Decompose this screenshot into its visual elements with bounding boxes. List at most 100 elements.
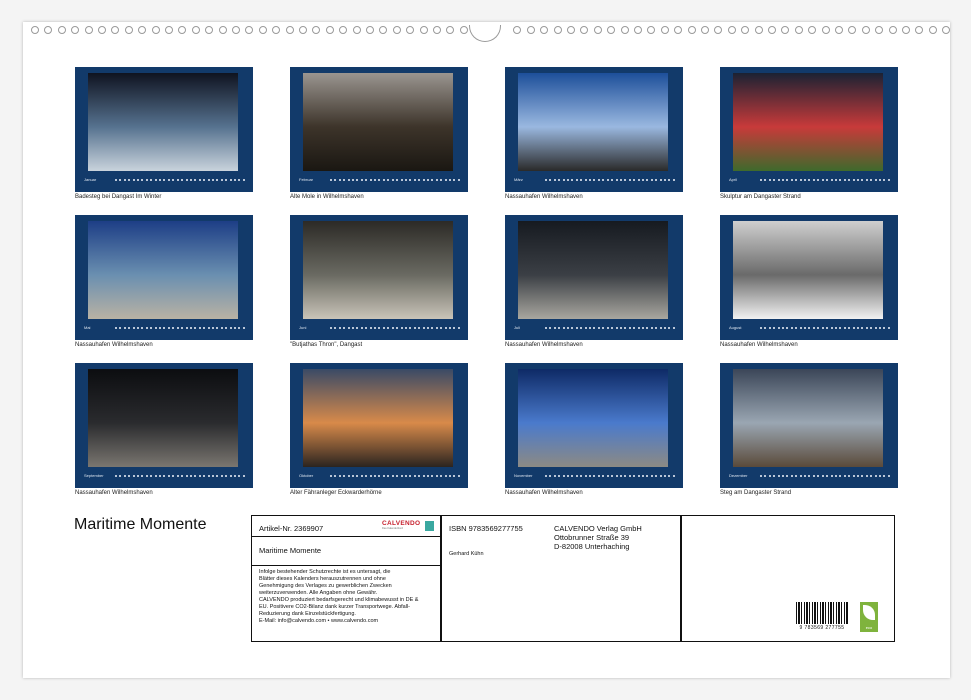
binding-ring bbox=[607, 26, 616, 34]
binding-ring bbox=[419, 26, 428, 34]
binding-ring bbox=[674, 26, 683, 34]
binding-ring bbox=[285, 26, 294, 34]
month-thumbnail: Mai Nassauhafen Wilhelmshaven bbox=[75, 215, 253, 348]
binding-ring bbox=[781, 26, 790, 34]
month-label: Juni bbox=[299, 325, 307, 330]
binding-ring bbox=[366, 26, 374, 34]
month-photo bbox=[303, 73, 453, 171]
binding-ring bbox=[942, 26, 951, 34]
eco-leaf-icon: eco bbox=[860, 602, 878, 632]
month-thumbnail: Februar Alte Mole in Wilhelmshaven bbox=[290, 67, 468, 200]
legal-line: CALVENDO produziert bedarfsgerecht und k… bbox=[259, 597, 419, 603]
date-row bbox=[115, 327, 245, 333]
month-thumbnail: September Nassauhafen Wilhelmshaven bbox=[75, 363, 253, 496]
binding-ring bbox=[593, 26, 602, 34]
month-label: Februar bbox=[299, 177, 314, 182]
month-frame: April bbox=[720, 67, 898, 192]
binding-ring bbox=[821, 26, 830, 34]
binding-ring bbox=[580, 26, 589, 34]
binding-ring bbox=[687, 26, 696, 34]
binding-ring bbox=[84, 26, 93, 34]
binding-ring bbox=[379, 26, 388, 34]
binding-ring bbox=[406, 26, 415, 34]
hanger-hook bbox=[469, 25, 501, 42]
month-frame: November bbox=[505, 363, 683, 488]
month-photo bbox=[88, 369, 238, 467]
author: Gerhard Kühn bbox=[449, 551, 484, 557]
isbn: ISBN 9783569277755 bbox=[449, 524, 523, 533]
month-photo bbox=[303, 221, 453, 319]
binding-ring bbox=[660, 26, 669, 34]
info-box: Artikel-Nr. 2369907 CALVENDO Das Kalende… bbox=[251, 515, 895, 642]
month-frame: Dezember bbox=[720, 363, 898, 488]
publisher-line: D-82008 Unterhaching bbox=[554, 542, 630, 551]
publisher-line: CALVENDO Verlag GmbH bbox=[554, 524, 642, 533]
binding-ring bbox=[794, 26, 803, 34]
month-thumbnail: März Nassauhafen Wilhelmshaven bbox=[505, 67, 683, 200]
month-caption: Nassauhafen Wilhelmshaven bbox=[505, 194, 583, 200]
binding-ring bbox=[124, 26, 133, 34]
binding-ring bbox=[620, 26, 629, 34]
month-photo bbox=[303, 369, 453, 467]
month-label: Oktober bbox=[299, 473, 314, 478]
date-row bbox=[760, 179, 890, 185]
month-photo bbox=[518, 73, 668, 171]
month-photo bbox=[733, 369, 883, 467]
binding-ring bbox=[339, 26, 348, 34]
legal-notice: Infolge bestehender Schutzrechte ist es … bbox=[259, 569, 437, 625]
month-caption: Nassauhafen Wilhelmshaven bbox=[505, 342, 583, 348]
date-row bbox=[760, 475, 890, 481]
month-photo bbox=[88, 73, 238, 171]
binding-ring bbox=[567, 26, 575, 34]
binding-ring bbox=[111, 26, 120, 34]
legal-line: EU. Positivere CO2-Bilanz dank kurzer Tr… bbox=[259, 604, 411, 610]
binding-ring bbox=[57, 26, 66, 34]
month-label: August bbox=[729, 325, 742, 330]
binding-ring bbox=[71, 26, 80, 34]
date-row bbox=[115, 179, 245, 185]
legal-line: Infolge bestehender Schutzrechte ist es … bbox=[259, 569, 391, 575]
binding-ring bbox=[433, 26, 441, 34]
legal-line: Blätter dieses Kalenders herauszutrennen… bbox=[259, 576, 386, 582]
binding-ring bbox=[218, 26, 227, 34]
barcode-bars bbox=[796, 602, 848, 624]
month-label: März bbox=[514, 177, 523, 182]
binding-ring bbox=[553, 26, 562, 34]
binding-ring bbox=[44, 26, 53, 34]
binding-ring bbox=[808, 26, 817, 34]
binding-ring bbox=[861, 26, 870, 34]
month-label: Mai bbox=[84, 325, 91, 330]
legal-line: weiterzuverwenden. Alle Angaben ohne Gew… bbox=[259, 590, 378, 596]
binding-ring bbox=[540, 26, 549, 34]
month-caption: Nassauhafen Wilhelmshaven bbox=[720, 342, 798, 348]
date-row bbox=[545, 475, 675, 481]
month-thumbnail: Oktober Alter Fähranleger Eckwarderhörne bbox=[290, 363, 468, 496]
binding-ring bbox=[727, 26, 736, 34]
month-thumbnail: Januar Badesteg bei Dangast Im Winter bbox=[75, 67, 253, 200]
publisher-line: Ottobrunner Straße 39 bbox=[554, 533, 630, 542]
month-frame: Juli bbox=[505, 215, 683, 340]
month-caption: Alter Fähranleger Eckwarderhörne bbox=[290, 490, 382, 496]
month-thumbnail: August Nassauhafen Wilhelmshaven bbox=[720, 215, 898, 348]
binding-ring bbox=[352, 26, 361, 34]
month-photo bbox=[88, 221, 238, 319]
date-row bbox=[760, 327, 890, 333]
legal-line: E-Mail: info@calvendo.com • www.calvendo… bbox=[259, 618, 379, 624]
calendar-title: Maritime Momente bbox=[74, 516, 207, 533]
spiral-binding bbox=[23, 25, 951, 42]
binding-ring bbox=[741, 26, 750, 34]
month-frame: Mai bbox=[75, 215, 253, 340]
month-photo bbox=[518, 369, 668, 467]
binding-ring bbox=[191, 26, 200, 34]
binding-ring bbox=[902, 26, 910, 34]
month-caption: Nassauhafen Wilhelmshaven bbox=[75, 342, 153, 348]
month-caption: "Butjathas Thron", Dangast bbox=[290, 342, 363, 348]
calendar-sheet: Januar Badesteg bei Dangast Im Winter Febr… bbox=[23, 22, 951, 678]
binding-ring bbox=[258, 26, 267, 34]
binding-ring bbox=[701, 26, 709, 34]
binding-ring bbox=[928, 26, 937, 34]
month-label: Juli bbox=[514, 325, 521, 330]
binding-ring bbox=[178, 26, 187, 34]
binding-ring bbox=[138, 26, 147, 34]
binding-ring bbox=[875, 26, 884, 34]
